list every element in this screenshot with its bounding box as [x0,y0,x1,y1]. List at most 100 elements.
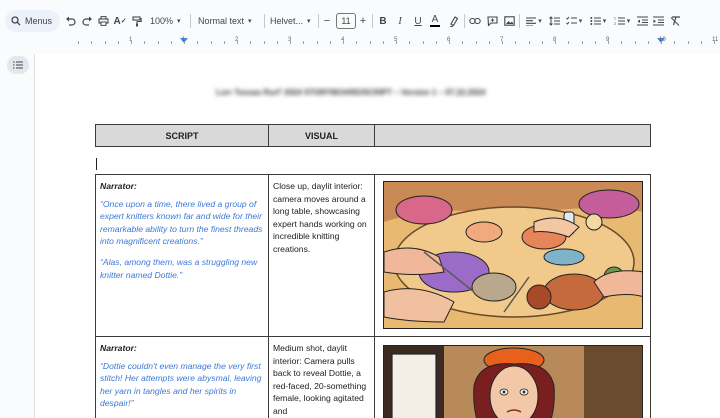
ruler-tick [714,41,715,44]
zoom-value: 100% [150,16,174,26]
toolbar: Menus A ✓ 100% ▾ Normal text ▾ Helvet... ▾ −… [0,0,720,40]
increase-indent-icon[interactable] [652,12,664,30]
ruler-tick [303,41,304,44]
comment-icon[interactable] [486,12,498,30]
bulleted-list-icon [590,17,601,25]
underline-button[interactable]: U [413,12,423,30]
bulleted-list-select[interactable]: ▾ [588,12,608,30]
visual-description: Close up, daylit interior: camera moves … [273,181,367,254]
visual-cell[interactable]: Close up, daylit interior: camera moves … [269,175,375,336]
ruler-tick [290,41,291,44]
ruler-tick [224,41,225,44]
document-outline-button[interactable] [7,56,29,74]
outline-icon [13,61,23,69]
ruler-tick [423,41,424,44]
text-color-button[interactable]: A [430,12,440,30]
style-select[interactable]: Normal text ▾ [198,12,260,30]
ruler-tick [396,41,397,44]
ruler-tick [370,41,371,44]
horizontal-ruler[interactable]: 1 1 2 3 4 5 6 7 8 9 10 11 [34,36,720,48]
color-swatch [430,25,440,27]
table-row: Narrator: “Once upon a time, there lived… [96,175,650,337]
image-cell[interactable] [375,175,650,336]
ruler-tick [515,41,516,44]
storyboard-illustration-knitting-table[interactable] [383,181,643,329]
ruler-tick [237,41,238,44]
ruler-tick [343,41,344,44]
header-table: SCRIPT VISUAL [95,124,651,147]
print-icon[interactable] [97,12,109,30]
image-cell[interactable] [375,337,650,418]
align-left-icon [526,16,537,26]
numbered-list-select[interactable]: 1 2 ▾ [612,12,632,30]
script-cell[interactable]: Narrator: “Dottie couldn't even manage t… [96,337,269,418]
caret-down-icon: ▾ [177,18,181,25]
font-size-input[interactable]: 11 [336,13,356,29]
decrease-font-size-button[interactable]: − [322,12,332,30]
undo-icon[interactable] [64,12,76,30]
line-spacing-icon[interactable] [548,12,560,30]
ruler-tick [608,41,609,44]
redo-icon[interactable] [81,12,93,30]
ruler-tick [529,41,530,44]
ruler-tick [621,41,622,44]
caret-down-icon: ▾ [626,18,631,25]
ruler-tick [462,41,463,44]
ruler-tick [131,41,132,44]
ruler-number: 10 [659,37,666,43]
divider [190,14,191,28]
visual-description: Medium shot, daylit interior: Camera pul… [273,343,367,416]
caret-down-icon: ▾ [307,18,311,25]
ruler-tick [356,41,357,44]
ruler-tick [211,41,212,44]
zoom-select[interactable]: 100% ▾ [150,12,184,30]
narrator-quote: “Once upon a time, there lived a group o… [100,198,263,247]
caret-down-icon: ▾ [578,18,583,25]
paint-format-icon[interactable] [131,12,143,30]
document-title: Lorr Tossas Rurf' 2024 STORYBOARD/SCRIPT… [216,88,486,97]
decrease-indent-icon[interactable] [636,12,648,30]
ruler-tick [674,41,675,44]
link-icon[interactable] [469,12,481,30]
bold-button[interactable]: B [378,12,388,30]
numbered-list-icon: 12 [614,17,625,26]
divider [464,14,465,28]
ruler-tick [264,41,265,44]
ruler-tick [648,41,649,44]
ruler-tick [78,41,79,44]
ruler-tick [184,41,185,44]
align-select[interactable]: ▾ [524,12,544,30]
divider [318,14,319,28]
font-value: Helvet... [270,16,304,26]
image-icon[interactable] [503,12,515,30]
font-select[interactable]: Helvet... ▾ [270,12,314,30]
highlight-icon[interactable] [448,12,460,30]
ruler-tick [197,41,198,44]
caret-down-icon: ▾ [602,18,607,25]
storyboard-illustration-dottie[interactable] [383,345,643,418]
divider [264,14,265,28]
ruler-tick [330,41,331,44]
ruler-tick [595,41,596,44]
divider [372,14,373,28]
visual-cell[interactable]: Medium shot, daylit interior: Camera pul… [269,337,375,418]
ruler-tick [105,41,106,44]
clear-formatting-icon[interactable] [669,12,681,30]
table-row: Narrator: “Dottie couldn't even manage t… [96,337,650,418]
italic-button[interactable]: I [395,12,405,30]
menus-button[interactable]: Menus [5,10,60,32]
svg-text:1: 1 [614,17,616,21]
checklist-select[interactable]: ▾ [564,12,584,30]
storyboard-table: Narrator: “Once upon a time, there lived… [95,174,651,418]
ruler-tick [144,41,145,44]
ruler-tick [409,41,410,44]
ruler-number: 11 [712,37,719,43]
text-cursor [96,158,97,170]
spellcheck-icon[interactable]: A ✓ [113,12,126,30]
increase-font-size-button[interactable]: + [358,12,368,30]
narrator-quote: “Dottie couldn't even manage the very fi… [100,360,262,409]
ruler-tick [502,41,503,44]
ruler-tick [555,41,556,44]
text-color-letter: A [431,14,439,25]
script-cell[interactable]: Narrator: “Once upon a time, there lived… [96,175,269,336]
